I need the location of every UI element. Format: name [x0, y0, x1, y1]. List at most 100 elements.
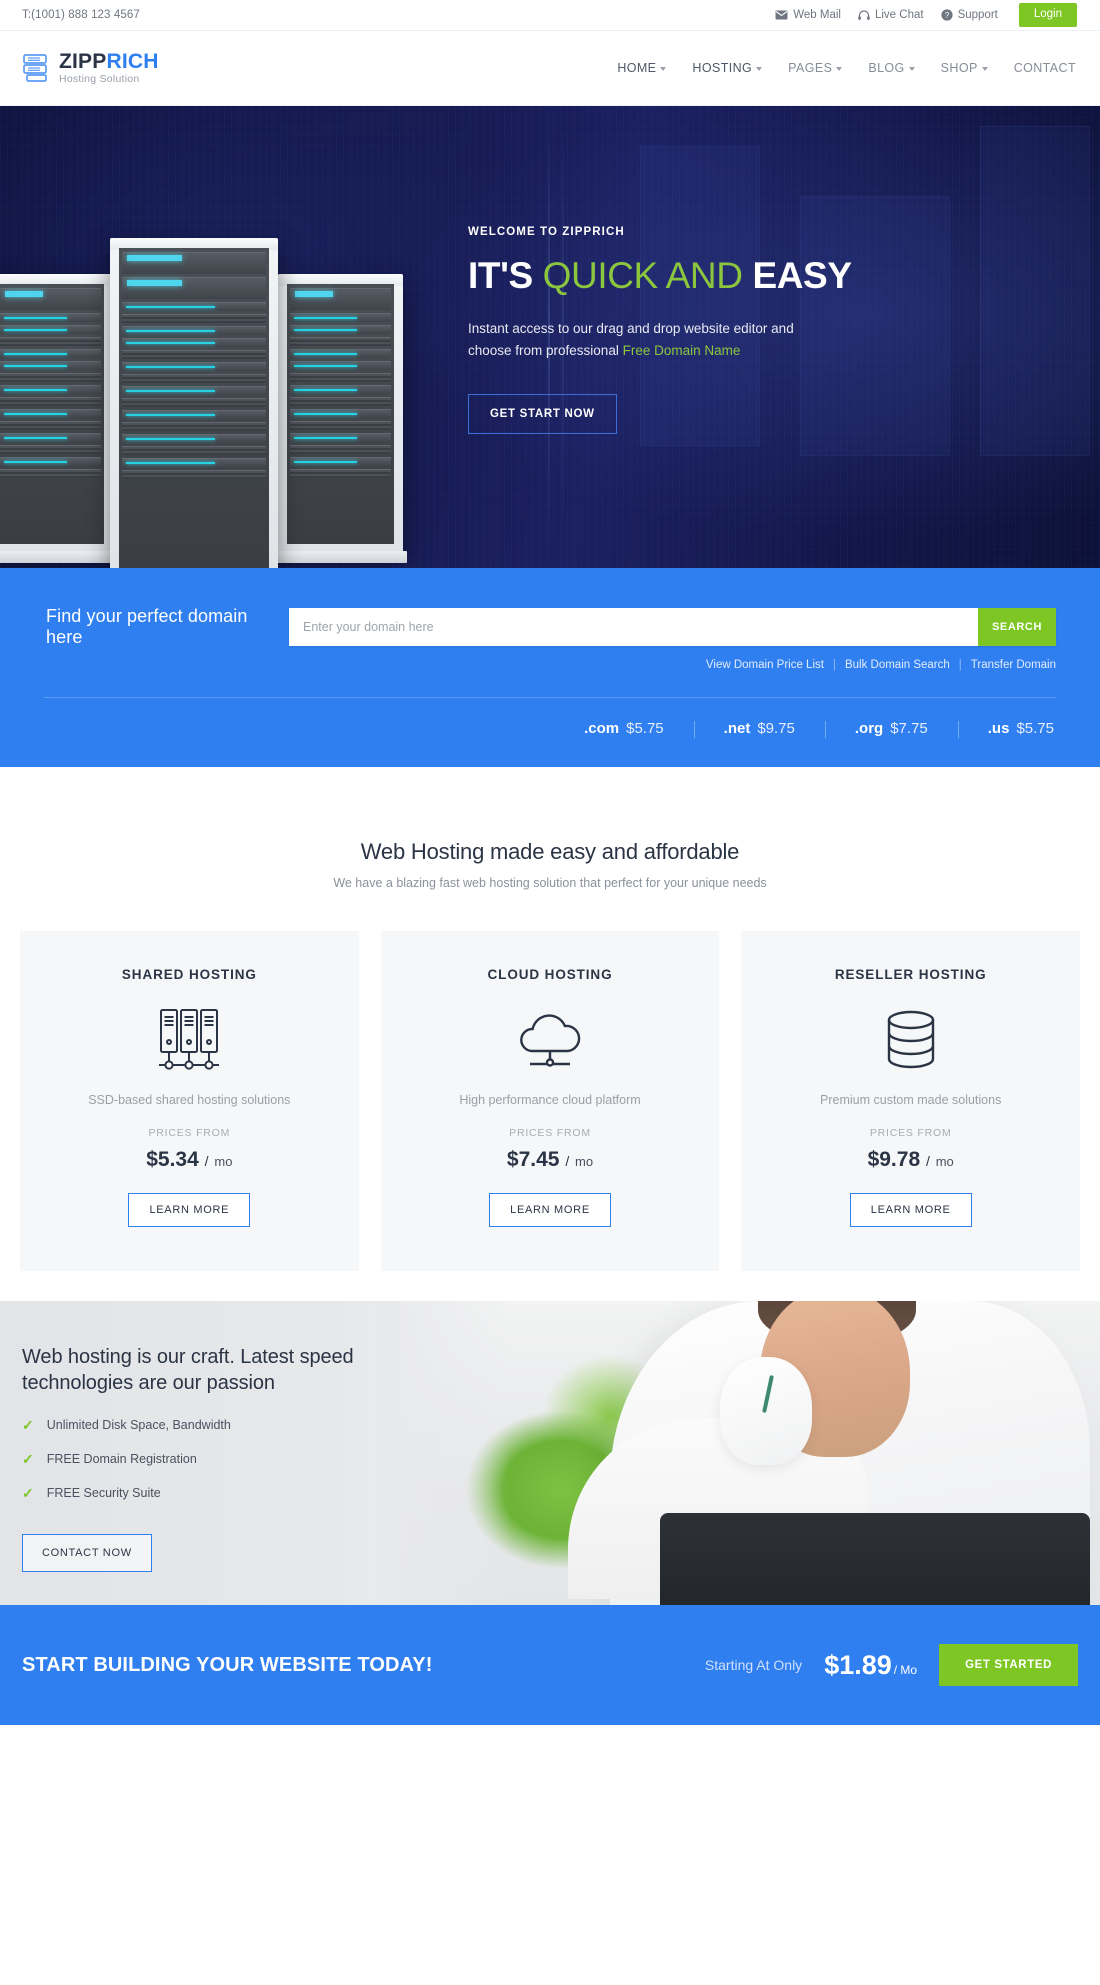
login-button[interactable]: Login	[1018, 2, 1077, 28]
chevron-down-icon	[981, 67, 988, 71]
logo-title: ZIPPRICH	[59, 51, 159, 72]
page-root: T:(1001) 888 123 4567 Web Mail Live Chat…	[0, 0, 1100, 1725]
domain-search-section: Find your perfect domain here SEARCH Vie…	[0, 568, 1100, 767]
nav-label: BLOG	[868, 61, 905, 75]
server-logo-icon	[22, 53, 50, 83]
plan-price: $5.34 / mo	[40, 1148, 339, 1172]
plan-card-cloud-hosting: CLOUD HOSTING High performance cloud pla…	[380, 931, 720, 1271]
domain-search-row: Find your perfect domain here SEARCH	[44, 606, 1056, 648]
database-icon	[761, 1005, 1060, 1075]
nav-item-hosting[interactable]: HOSTING	[692, 61, 763, 75]
logo-first: ZIPP	[59, 50, 107, 74]
hero-description: Instant access to our drag and drop webs…	[468, 318, 840, 362]
nav-item-pages[interactable]: PAGES	[788, 61, 843, 75]
plan-title: SHARED HOSTING	[121, 967, 257, 982]
tld-price: $7.75	[890, 720, 928, 737]
contact-now-button[interactable]: CONTACT NOW	[22, 1533, 152, 1572]
domain-search-label: Find your perfect domain here	[46, 606, 248, 647]
learn-more-button-shared[interactable]: LEARN MORE	[128, 1193, 251, 1227]
nav-label: HOSTING	[692, 61, 753, 75]
plan-price: $9.78 / mo	[761, 1148, 1060, 1172]
plan-price-separator: /	[925, 1153, 930, 1169]
plan-description: Premium custom made solutions	[820, 1093, 1002, 1107]
plan-price-amount: $7.45	[506, 1148, 560, 1171]
chevron-down-icon	[908, 67, 915, 71]
tld-price-list: .com $5.75 .net $9.75 .org $7.75 .us $5.…	[44, 720, 1056, 738]
get-start-now-button[interactable]: GET START NOW	[468, 394, 617, 435]
get-started-button[interactable]: GET STARTED	[939, 1644, 1078, 1686]
hero-title-part1: IT'S	[468, 255, 543, 296]
plan-price-separator: /	[204, 1153, 209, 1169]
nav-item-shop[interactable]: SHOP	[941, 61, 988, 75]
hero-panel	[980, 126, 1090, 456]
nav-item-contact[interactable]: CONTACT	[1014, 61, 1076, 75]
check-icon: ✓	[22, 1450, 34, 1467]
nav-label: PAGES	[788, 61, 833, 75]
section-subtitle: We have a blazing fast web hosting solut…	[333, 876, 767, 890]
plan-price: $7.45 / mo	[401, 1148, 700, 1172]
craft-title: Web hosting is our craft. Latest speed t…	[22, 1346, 354, 1395]
craft-feature-section: Web hosting is our craft. Latest speed t…	[0, 1301, 1100, 1605]
tld-name: .net	[723, 720, 751, 737]
feature-label: Unlimited Disk Space, Bandwidth	[46, 1417, 231, 1432]
nav-label: CONTACT	[1013, 61, 1076, 75]
tld-name: .us	[987, 720, 1010, 737]
section-title: Web Hosting made easy and affordable	[360, 839, 740, 864]
learn-more-button-reseller[interactable]: LEARN MORE	[849, 1193, 972, 1227]
domain-search-button[interactable]: SEARCH	[978, 608, 1056, 646]
logo[interactable]: ZIPPRICH Hosting Solution	[22, 51, 159, 85]
list-item: ✓ Unlimited Disk Space, Bandwidth	[22, 1418, 420, 1432]
craft-feature-list: ✓ Unlimited Disk Space, Bandwidth ✓ FREE…	[22, 1418, 420, 1500]
logo-second: RICH	[106, 50, 159, 74]
plan-cards: SHARED HOSTING SSD-based shared hosting …	[0, 931, 1100, 1271]
bottom-cta-section: START BUILDING YOUR WEBSITE TODAY! Start…	[0, 1605, 1100, 1725]
domain-search-input[interactable]	[289, 608, 978, 646]
cta-price-amount: $1.89	[824, 1649, 892, 1680]
list-item: ✓ FREE Security Suite	[22, 1486, 420, 1500]
hero-title-accent: QUICK AND	[542, 255, 743, 296]
webmail-link[interactable]: Web Mail	[775, 9, 841, 21]
hero-content: WELCOME TO ZIPPRICH IT'S QUICK AND EASY …	[468, 226, 868, 435]
hero-eyebrow: WELCOME TO ZIPPRICH	[468, 226, 625, 238]
plan-title: RESELLER HOSTING	[834, 967, 987, 982]
plan-price-unit: mo	[214, 1154, 233, 1169]
hero-title-part2: EASY	[742, 255, 852, 296]
plan-price-label: PRICES FROM	[509, 1127, 591, 1139]
tld-item-net[interactable]: .net $9.75	[693, 720, 825, 738]
bulk-domain-search-link[interactable]: Bulk Domain Search	[845, 659, 950, 671]
plan-price-amount: $5.34	[146, 1148, 199, 1171]
livechat-label: Live Chat	[874, 9, 924, 21]
feature-label: FREE Domain Registration	[46, 1451, 197, 1466]
headset-icon	[858, 9, 870, 21]
divider: |	[958, 659, 962, 671]
help-circle-icon: ?	[940, 9, 953, 21]
nav-item-home[interactable]: HOME	[617, 61, 667, 75]
tld-item-org[interactable]: .org $7.75	[824, 720, 958, 738]
chevron-down-icon	[756, 67, 763, 71]
view-domain-price-list-link[interactable]: View Domain Price List	[706, 659, 824, 671]
list-item: ✓ FREE Domain Registration	[22, 1452, 420, 1466]
envelope-icon	[775, 10, 788, 20]
tld-price: $9.75	[757, 720, 795, 737]
chevron-down-icon	[836, 67, 843, 71]
tld-item-com[interactable]: .com $5.75	[554, 720, 694, 737]
learn-more-button-cloud[interactable]: LEARN MORE	[489, 1193, 611, 1227]
livechat-link[interactable]: Live Chat	[858, 9, 924, 21]
craft-content: Web hosting is our craft. Latest speed t…	[0, 1301, 420, 1572]
support-link[interactable]: ? Support	[940, 9, 998, 21]
plan-price-unit: mo	[575, 1154, 594, 1169]
transfer-domain-link[interactable]: Transfer Domain	[971, 659, 1056, 671]
photo-laptop	[660, 1513, 1090, 1605]
tld-item-us[interactable]: .us $5.75	[957, 720, 1056, 738]
nav-label: HOME	[617, 61, 657, 75]
cta-price-unit: / Mo	[893, 1662, 918, 1677]
plan-title: CLOUD HOSTING	[487, 967, 613, 982]
support-label: Support	[957, 9, 998, 21]
servers-icon	[40, 1005, 339, 1075]
nav-item-blog[interactable]: BLOG	[868, 61, 915, 75]
svg-text:?: ?	[944, 11, 949, 20]
tld-price: $5.75	[1016, 720, 1054, 737]
check-icon: ✓	[22, 1416, 34, 1433]
top-bar-links: Web Mail Live Chat ? Support Login	[775, 0, 1077, 31]
tld-name: .org	[854, 720, 884, 737]
